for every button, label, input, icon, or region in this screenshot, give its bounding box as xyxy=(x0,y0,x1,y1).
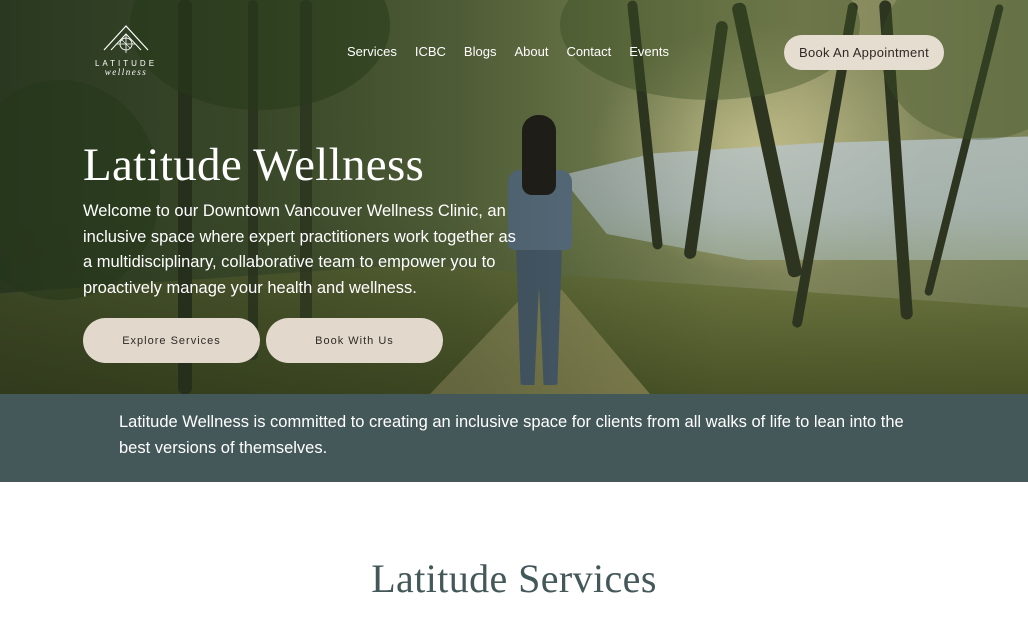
book-with-us-button[interactable]: Book With Us xyxy=(266,318,443,363)
main-nav: Services ICBC Blogs About Contact Events xyxy=(338,44,678,60)
nav-services[interactable]: Services xyxy=(338,44,406,60)
hero-description: Welcome to our Downtown Vancouver Wellne… xyxy=(83,202,516,297)
explore-services-button[interactable]: Explore Services xyxy=(83,318,260,363)
logo-subtitle: wellness xyxy=(104,67,148,77)
site-logo[interactable]: LATITUDE wellness xyxy=(80,22,172,82)
nav-blogs[interactable]: Blogs xyxy=(455,44,506,60)
mountain-compass-icon xyxy=(103,25,149,53)
book-appointment-button[interactable]: Book An Appointment xyxy=(784,35,944,70)
nav-icbc[interactable]: ICBC xyxy=(406,44,455,60)
mission-text: Latitude Wellness is committed to creati… xyxy=(119,413,904,457)
nav-events[interactable]: Events xyxy=(620,44,678,60)
services-section-title: Latitude Services xyxy=(371,556,657,601)
nav-contact[interactable]: Contact xyxy=(557,44,620,60)
nav-about[interactable]: About xyxy=(505,44,557,60)
hero-title: Latitude Wellness xyxy=(83,139,425,191)
mission-band: Latitude Wellness is committed to creati… xyxy=(0,394,1028,482)
